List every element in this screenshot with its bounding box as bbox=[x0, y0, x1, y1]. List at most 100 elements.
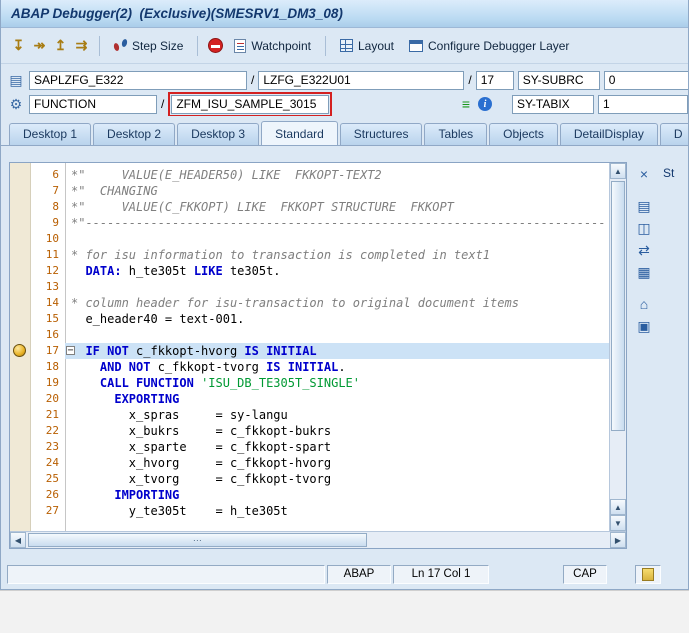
vertical-scroll-thumb[interactable] bbox=[611, 181, 625, 431]
scroll-right-icon[interactable]: ▶ bbox=[610, 532, 626, 548]
breakpoint-margin[interactable] bbox=[10, 423, 31, 439]
event-name-field[interactable]: ZFM_ISU_SAMPLE_3015 bbox=[171, 94, 330, 114]
tab-standard[interactable]: Standard bbox=[261, 121, 338, 145]
sy-subrc-label-field[interactable]: SY-SUBRC bbox=[517, 70, 600, 90]
program-field[interactable]: SAPLZFG_E322 bbox=[29, 70, 247, 90]
breakpoint-margin[interactable] bbox=[10, 359, 31, 375]
horizontal-scrollbar[interactable]: ◀ ⋯ ▶ bbox=[10, 531, 626, 548]
breakpoint-margin[interactable] bbox=[10, 391, 31, 407]
breakpoint-margin[interactable] bbox=[10, 375, 31, 391]
breakpoint-margin[interactable] bbox=[10, 231, 31, 247]
breakpoint-margin[interactable] bbox=[10, 311, 31, 327]
code-line-20[interactable]: 20 EXPORTING bbox=[10, 391, 609, 407]
breakpoint-margin[interactable] bbox=[10, 487, 31, 503]
breakpoint-margin[interactable] bbox=[10, 327, 31, 343]
breakpoint-margin[interactable] bbox=[10, 279, 31, 295]
layout-button[interactable]: Layout bbox=[334, 36, 400, 56]
code-line-9[interactable]: 9 *"-------------------------------------… bbox=[10, 215, 609, 231]
breakpoint-margin[interactable] bbox=[10, 247, 31, 263]
code-line-26[interactable]: 26 IMPORTING bbox=[10, 487, 609, 503]
event-type-field[interactable]: FUNCTION bbox=[29, 94, 157, 114]
code-line-14[interactable]: 14 * column header for isu-transaction to… bbox=[10, 295, 609, 311]
breakpoint-margin[interactable] bbox=[10, 503, 31, 519]
continue-icon[interactable]: ⇉ bbox=[72, 36, 91, 55]
code-line-7[interactable]: 7 *" CHANGING bbox=[10, 183, 609, 199]
display-change-icon[interactable]: ▤ bbox=[634, 196, 654, 216]
code-line-12[interactable]: 12 DATA: h_te305t LIKE te305t. bbox=[10, 263, 609, 279]
tab-d[interactable]: D bbox=[659, 123, 688, 145]
scroll-left-icon[interactable]: ◀ bbox=[10, 532, 26, 548]
fold-collapse-icon[interactable]: − bbox=[66, 346, 75, 356]
breakpoint-margin[interactable] bbox=[10, 215, 31, 231]
code-line-25[interactable]: 25 x_tvorg = c_fkkopt-tvorg bbox=[10, 471, 609, 487]
breakpoint-margin[interactable] bbox=[10, 167, 31, 183]
line-number: 21 bbox=[45, 408, 59, 421]
tab-detaildisplay[interactable]: DetailDisplay bbox=[559, 123, 658, 145]
sy-subrc-group: SY-SUBRC 0 bbox=[517, 70, 688, 90]
scroll-page-up-icon[interactable]: ▲ bbox=[610, 499, 626, 515]
sy-tabix-label-field[interactable]: SY-TABIX bbox=[512, 94, 594, 114]
configure-debugger-layer-button[interactable]: Configure Debugger Layer bbox=[403, 36, 575, 56]
return-icon[interactable]: ↥ bbox=[51, 36, 70, 55]
code-line-11[interactable]: 11 * for isu information to transaction i… bbox=[10, 247, 609, 263]
vertical-scroll-track[interactable] bbox=[610, 179, 626, 499]
goto-statement-icon[interactable]: ▣ bbox=[634, 316, 654, 336]
watchpoint-button[interactable]: Watchpoint bbox=[228, 36, 317, 56]
status-icon-cell[interactable] bbox=[635, 564, 661, 584]
code-line-27[interactable]: 27 y_te305t = h_te305t bbox=[10, 503, 609, 519]
step-into-icon[interactable]: ↧ bbox=[9, 36, 28, 55]
breakpoint-margin[interactable] bbox=[10, 439, 31, 455]
breakpoint-margin[interactable] bbox=[10, 263, 31, 279]
code-line-16[interactable]: 16 bbox=[10, 327, 609, 343]
include-field[interactable]: LZFG_E322U01 bbox=[258, 70, 465, 90]
tab-desktop-3[interactable]: Desktop 3 bbox=[177, 123, 260, 145]
code-area[interactable]: 6 *" VALUE(E_HEADER50) LIKE FKKOPT-TEXT2 7… bbox=[10, 163, 609, 531]
scroll-up-icon[interactable]: ▲ bbox=[610, 163, 626, 179]
breakpoint-margin[interactable] bbox=[10, 407, 31, 423]
code-line-21[interactable]: 21 x_spras = sy-langu bbox=[10, 407, 609, 423]
breakpoint-margin[interactable] bbox=[10, 199, 31, 215]
vertical-scrollbar[interactable]: ▲ ▲ ▼ bbox=[609, 163, 626, 531]
code-line-22[interactable]: 22 x_bukrs = c_fkkopt-bukrs bbox=[10, 423, 609, 439]
tab-desktop-2[interactable]: Desktop 2 bbox=[93, 123, 176, 145]
swap-panels-icon[interactable]: ⇄ bbox=[634, 240, 654, 260]
program-icon: ▤ bbox=[9, 71, 23, 88]
tab-tables[interactable]: Tables bbox=[424, 123, 488, 145]
breakpoint-margin[interactable] bbox=[10, 471, 31, 487]
breakpoint-margin[interactable] bbox=[10, 455, 31, 471]
code-line-17[interactable]: 17 − IF NOT c_fkkopt-hvorg IS INITIAL bbox=[10, 343, 609, 359]
code-line-23[interactable]: 23 x_sparte = c_fkkopt-spart bbox=[10, 439, 609, 455]
code-line-15[interactable]: 15 e_header40 = text-001. bbox=[10, 311, 609, 327]
home-icon[interactable]: ⌂ bbox=[634, 294, 654, 314]
step-size-button[interactable]: Step Size bbox=[108, 36, 189, 56]
sy-subrc-value-field[interactable]: 0 bbox=[603, 70, 688, 90]
sy-tabix-value-field[interactable]: 1 bbox=[598, 94, 688, 114]
code-line-24[interactable]: 24 x_hvorg = c_fkkopt-hvorg bbox=[10, 455, 609, 471]
code-line-13[interactable]: 13 bbox=[10, 279, 609, 295]
information-icon[interactable]: i bbox=[478, 97, 492, 111]
tab-objects[interactable]: Objects bbox=[489, 123, 558, 145]
code-line-8[interactable]: 8 *" VALUE(C_FKKOPT) LIKE FKKOPT STRUCTUR… bbox=[10, 199, 609, 215]
display-list-icon[interactable]: ≡ bbox=[458, 96, 474, 112]
breakpoint-stop-icon[interactable] bbox=[208, 38, 224, 53]
horizontal-scroll-thumb[interactable]: ⋯ bbox=[28, 533, 367, 547]
code-line-19[interactable]: 19 CALL FUNCTION 'ISU_DB_TE305T_SINGLE' bbox=[10, 375, 609, 391]
step-over-icon[interactable]: ↠ bbox=[30, 36, 49, 55]
log-icon bbox=[642, 567, 654, 581]
toolbar-separator bbox=[99, 35, 100, 56]
breakpoint-margin[interactable] bbox=[10, 343, 31, 359]
close-icon[interactable]: × bbox=[634, 164, 654, 184]
code-line-10[interactable]: 10 bbox=[10, 231, 609, 247]
breakpoint-margin[interactable] bbox=[10, 183, 31, 199]
breakpoint-margin[interactable] bbox=[10, 295, 31, 311]
line-number-field[interactable]: 17 bbox=[475, 70, 514, 90]
tab-structures[interactable]: Structures bbox=[339, 123, 423, 145]
horizontal-scroll-track[interactable]: ⋯ bbox=[26, 532, 610, 548]
tab-desktop-1[interactable]: Desktop 1 bbox=[9, 123, 92, 145]
code-line-18[interactable]: 18 AND NOT c_fkkopt-tvorg IS INITIAL. bbox=[10, 359, 609, 375]
services-icon[interactable]: ◫ bbox=[634, 218, 654, 238]
split-screen-icon[interactable]: ▦ bbox=[634, 262, 654, 282]
scroll-down-icon[interactable]: ▼ bbox=[610, 515, 626, 531]
code-line-6[interactable]: 6 *" VALUE(E_HEADER50) LIKE FKKOPT-TEXT2 bbox=[10, 167, 609, 183]
